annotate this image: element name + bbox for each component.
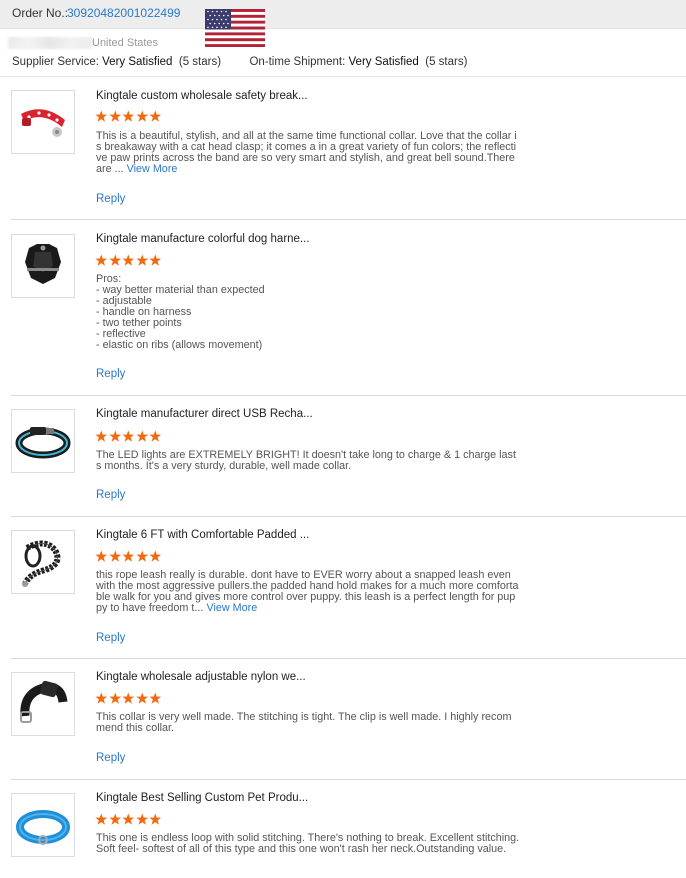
review-divider bbox=[11, 516, 686, 517]
reply-link[interactable]: Reply bbox=[96, 752, 125, 764]
blue-martingale-collar-image bbox=[16, 810, 70, 845]
star-icon bbox=[108, 692, 121, 704]
review-divider bbox=[11, 395, 686, 396]
review-body: This collar is very well made. The stitc… bbox=[96, 711, 512, 734]
product-title[interactable]: Kingtale wholesale adjustable nylon we..… bbox=[96, 671, 306, 683]
review-rating bbox=[95, 692, 162, 706]
product-thumbnail[interactable] bbox=[11, 90, 75, 154]
star-icon bbox=[108, 550, 121, 562]
star-icon bbox=[122, 110, 135, 122]
buyer-name-redacted bbox=[8, 37, 92, 49]
review-text: Pros: - way better material than expecte… bbox=[96, 274, 520, 351]
view-more-link[interactable]: View More bbox=[127, 163, 178, 175]
star-icon bbox=[122, 254, 135, 266]
star-icon bbox=[108, 813, 121, 825]
star-icon bbox=[149, 430, 162, 442]
view-more-link[interactable]: View More bbox=[206, 602, 257, 614]
product-thumbnail[interactable] bbox=[11, 530, 75, 594]
reply-link[interactable]: Reply bbox=[96, 632, 125, 644]
order-ratings: Supplier Service: Very Satisfied (5 star… bbox=[12, 56, 467, 68]
shipment-stars: (5 stars) bbox=[425, 56, 468, 68]
star-icon bbox=[149, 110, 162, 122]
product-title[interactable]: Kingtale custom wholesale safety break..… bbox=[96, 90, 308, 102]
star-icon bbox=[149, 254, 162, 266]
star-icon bbox=[135, 110, 148, 122]
shipment-value: Very Satisfied bbox=[348, 56, 419, 68]
star-icon bbox=[135, 550, 148, 562]
reply-link[interactable]: Reply bbox=[96, 489, 125, 501]
review-rating bbox=[95, 813, 162, 827]
star-icon bbox=[135, 813, 148, 825]
product-title[interactable]: Kingtale 6 FT with Comfortable Padded ..… bbox=[96, 529, 309, 541]
review-body: This one is endless loop with solid stit… bbox=[96, 832, 520, 855]
reply-link[interactable]: Reply bbox=[96, 193, 125, 205]
supplier-service-label: Supplier Service: bbox=[12, 56, 99, 68]
order-number-link[interactable]: 30920482001022499 bbox=[67, 6, 180, 20]
review-rating bbox=[95, 254, 162, 268]
led-collar-image bbox=[15, 427, 71, 459]
star-icon bbox=[108, 110, 121, 122]
review-divider bbox=[11, 658, 686, 659]
black-dog-harness-image bbox=[25, 244, 61, 284]
star-icon bbox=[95, 254, 108, 266]
star-icon bbox=[95, 692, 108, 704]
star-icon bbox=[149, 813, 162, 825]
product-title[interactable]: Kingtale manufacturer direct USB Recha..… bbox=[96, 408, 313, 420]
star-icon bbox=[95, 430, 108, 442]
star-icon bbox=[95, 813, 108, 825]
review-rating bbox=[95, 550, 162, 564]
review-text: This is a beautiful, stylish, and all at… bbox=[96, 131, 520, 175]
review-text: This one is endless loop with solid stit… bbox=[96, 833, 520, 855]
black-nylon-collar-image bbox=[20, 680, 68, 723]
product-thumbnail[interactable] bbox=[11, 234, 75, 298]
order-number-label: Order No.: bbox=[12, 6, 69, 20]
star-icon bbox=[108, 430, 121, 442]
star-icon bbox=[122, 430, 135, 442]
star-icon bbox=[122, 813, 135, 825]
star-icon bbox=[135, 254, 148, 266]
product-thumbnail[interactable] bbox=[11, 672, 75, 736]
star-icon bbox=[95, 550, 108, 562]
review-text: this rope leash really is durable. dont … bbox=[96, 570, 520, 614]
supplier-service-stars: (5 stars) bbox=[178, 56, 222, 68]
star-icon bbox=[108, 254, 121, 266]
order-header: Order No.: 30920482001022499 bbox=[0, 0, 686, 29]
shipment-label: On-time Shipment: bbox=[249, 56, 346, 68]
review-rating bbox=[95, 430, 162, 444]
star-icon bbox=[149, 550, 162, 562]
review-body: Pros: - way better material than expecte… bbox=[96, 273, 265, 351]
buyer-country: United States bbox=[92, 37, 159, 49]
star-icon bbox=[135, 430, 148, 442]
review-body: this rope leash really is durable. dont … bbox=[96, 569, 519, 614]
rope-leash-image bbox=[22, 540, 61, 587]
reply-link[interactable]: Reply bbox=[96, 368, 125, 380]
red-cat-collar-image bbox=[21, 109, 65, 137]
review-divider bbox=[11, 779, 686, 780]
review-body: The LED lights are EXTREMELY BRIGHT! It … bbox=[96, 449, 516, 472]
star-icon bbox=[122, 550, 135, 562]
header-divider bbox=[0, 76, 686, 77]
product-thumbnail[interactable] bbox=[11, 793, 75, 857]
review-rating bbox=[95, 110, 162, 124]
product-thumbnail[interactable] bbox=[11, 409, 75, 473]
us-flag-icon bbox=[205, 9, 265, 47]
review-text: The LED lights are EXTREMELY BRIGHT! It … bbox=[96, 450, 520, 472]
product-title[interactable]: Kingtale Best Selling Custom Pet Produ..… bbox=[96, 792, 308, 804]
star-icon bbox=[149, 692, 162, 704]
review-text: This collar is very well made. The stitc… bbox=[96, 712, 520, 734]
star-icon bbox=[135, 692, 148, 704]
review-divider bbox=[11, 219, 686, 220]
product-title[interactable]: Kingtale manufacture colorful dog harne.… bbox=[96, 233, 310, 245]
supplier-service-value: Very Satisfied bbox=[102, 56, 173, 68]
star-icon bbox=[95, 110, 108, 122]
star-icon bbox=[122, 692, 135, 704]
